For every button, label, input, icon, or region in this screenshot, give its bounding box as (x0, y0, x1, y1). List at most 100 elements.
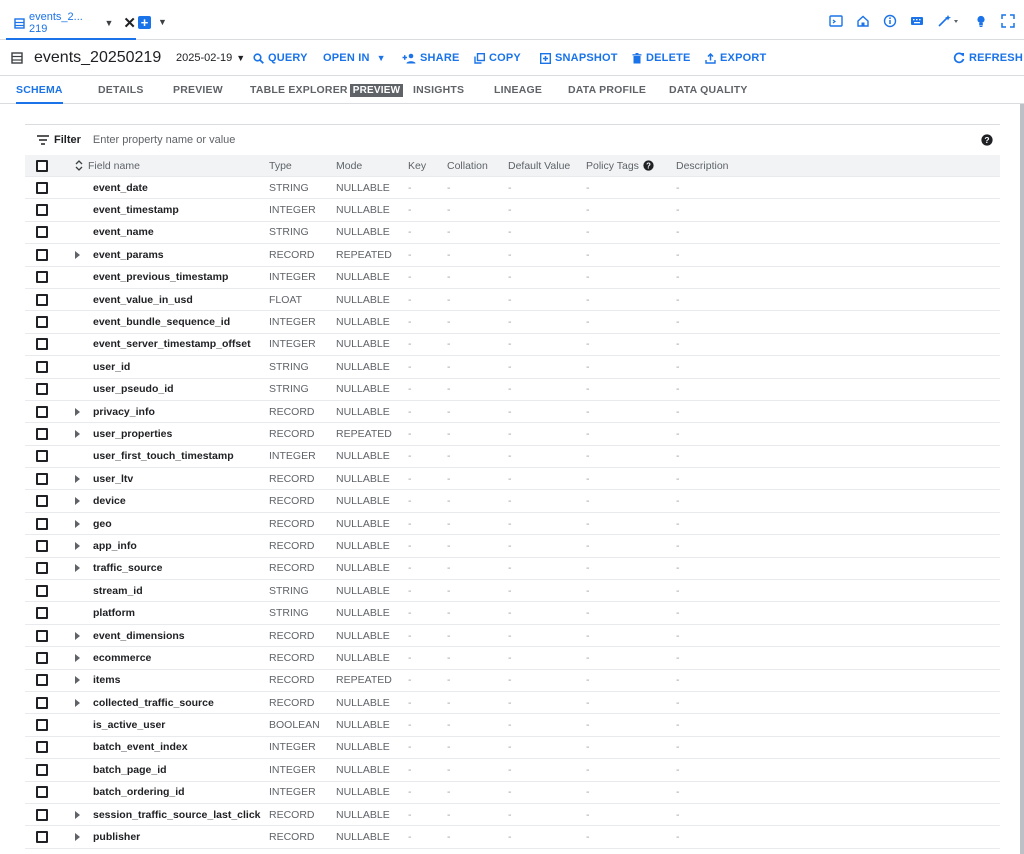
row-checkbox[interactable] (36, 535, 48, 556)
expand-arrow-icon[interactable] (75, 468, 80, 489)
row-checkbox[interactable] (36, 490, 48, 511)
open-in-button[interactable]: OPEN IN ▼ (323, 52, 386, 64)
row-checkbox[interactable] (36, 289, 48, 310)
tab-data-profile[interactable]: DATA PROFILE (568, 76, 646, 104)
expand-arrow-icon[interactable] (75, 423, 80, 444)
row-checkbox[interactable] (36, 647, 48, 668)
tab-caret-icon[interactable]: ▼ (105, 18, 114, 28)
expand-arrow-icon[interactable] (75, 244, 80, 265)
row-checkbox[interactable] (36, 311, 48, 332)
tab-details[interactable]: DETAILS (98, 76, 144, 104)
add-tab-caret-icon[interactable]: ▼ (158, 17, 167, 27)
share-button[interactable]: SHARE (402, 52, 460, 64)
add-person-icon (402, 53, 416, 63)
row-checkbox[interactable] (36, 737, 48, 758)
delete-button[interactable]: DELETE (632, 52, 691, 64)
expand-arrow-icon[interactable] (75, 826, 80, 847)
row-checkbox[interactable] (36, 177, 48, 198)
row-checkbox[interactable] (36, 804, 48, 825)
expand-arrow-icon[interactable] (75, 804, 80, 825)
expand-arrow-icon[interactable] (75, 513, 80, 534)
field-default-value: - (508, 248, 512, 261)
table-row: privacy_info RECORD NULLABLE - - - - - (25, 401, 1000, 424)
query-button[interactable]: QUERY (253, 52, 308, 64)
expand-arrow-icon[interactable] (75, 692, 80, 713)
tab-data-quality[interactable]: DATA QUALITY (669, 76, 748, 104)
field-key: - (408, 450, 412, 463)
row-checkbox[interactable] (36, 199, 48, 220)
row-checkbox[interactable] (36, 759, 48, 780)
info-icon[interactable] (882, 13, 898, 29)
field-name-header[interactable]: Field name (75, 155, 140, 176)
row-checkbox[interactable] (36, 602, 48, 623)
row-checkbox[interactable] (36, 468, 48, 489)
refresh-button[interactable]: REFRESH (953, 52, 1023, 64)
table-row: user_id STRING NULLABLE - - - - - (25, 356, 1000, 379)
row-checkbox[interactable] (36, 401, 48, 422)
tab-insights[interactable]: INSIGHTS (413, 76, 464, 104)
select-all-checkbox[interactable] (36, 155, 48, 176)
copy-button[interactable]: COPY (474, 52, 521, 64)
expand-arrow-icon[interactable] (75, 490, 80, 511)
table-row: stream_id STRING NULLABLE - - - - - (25, 580, 1000, 603)
vertical-scrollbar[interactable] (1020, 104, 1024, 854)
lightbulb-icon[interactable] (973, 13, 989, 29)
row-checkbox[interactable] (36, 334, 48, 355)
row-checkbox[interactable] (36, 446, 48, 467)
row-checkbox[interactable] (36, 244, 48, 265)
row-checkbox[interactable] (36, 625, 48, 646)
fullscreen-icon[interactable] (1000, 13, 1016, 29)
export-button[interactable]: EXPORT (705, 52, 766, 64)
expand-arrow-icon[interactable] (75, 401, 80, 422)
expand-arrow-icon[interactable] (75, 535, 80, 556)
expand-arrow-icon[interactable] (75, 647, 80, 668)
field-description: - (676, 831, 680, 844)
table-row: app_info RECORD NULLABLE - - - - - (25, 535, 1000, 558)
row-checkbox[interactable] (36, 692, 48, 713)
tab-preview[interactable]: PREVIEW (173, 76, 223, 104)
add-tab-button[interactable]: + (138, 16, 151, 29)
tab-table-explorer[interactable]: TABLE EXPLORER PREVIEW (250, 76, 404, 104)
magic-wand-icon[interactable] (936, 13, 962, 29)
terminal-icon[interactable] (828, 13, 844, 29)
field-default-value: - (508, 226, 512, 239)
field-policy-tags: - (586, 562, 590, 575)
field-description: - (676, 405, 680, 418)
row-checkbox[interactable] (36, 267, 48, 288)
tab-lineage[interactable]: LINEAGE (494, 76, 542, 104)
field-description: - (676, 226, 680, 239)
help-icon[interactable]: ? (643, 160, 654, 171)
keyboard-icon[interactable] (909, 13, 925, 29)
field-collation: - (447, 719, 451, 732)
row-checkbox[interactable] (36, 826, 48, 847)
row-checkbox[interactable] (36, 222, 48, 243)
tab-schema[interactable]: SCHEMA (16, 76, 63, 104)
expand-arrow-icon[interactable] (75, 558, 80, 579)
row-checkbox[interactable] (36, 513, 48, 534)
field-policy-tags: - (586, 808, 590, 821)
field-default-value: - (508, 763, 512, 776)
field-default-value: - (508, 607, 512, 620)
row-checkbox[interactable] (36, 423, 48, 444)
row-checkbox[interactable] (36, 782, 48, 803)
filter-input[interactable] (90, 133, 691, 147)
row-checkbox[interactable] (36, 670, 48, 691)
row-checkbox[interactable] (36, 580, 48, 601)
preview-badge: PREVIEW (349, 84, 404, 97)
snapshot-button[interactable]: SNAPSHOT (540, 52, 618, 64)
home-icon[interactable] (855, 13, 871, 29)
expand-arrow-icon[interactable] (75, 670, 80, 691)
row-checkbox[interactable] (36, 356, 48, 377)
field-policy-tags: - (586, 383, 590, 396)
help-icon[interactable]: ? (981, 134, 993, 146)
close-tab-icon[interactable]: ✕ (123, 14, 136, 32)
field-key: - (408, 316, 412, 329)
field-mode: NULLABLE (336, 539, 390, 552)
expand-arrow-icon[interactable] (75, 625, 80, 646)
table-tab[interactable]: events_2... 219 ▼ ✕ (6, 8, 136, 40)
field-default-value: - (508, 338, 512, 351)
row-checkbox[interactable] (36, 379, 48, 400)
row-checkbox[interactable] (36, 558, 48, 579)
date-selector[interactable]: 2025-02-19 ▼ (176, 52, 245, 64)
row-checkbox[interactable] (36, 714, 48, 735)
